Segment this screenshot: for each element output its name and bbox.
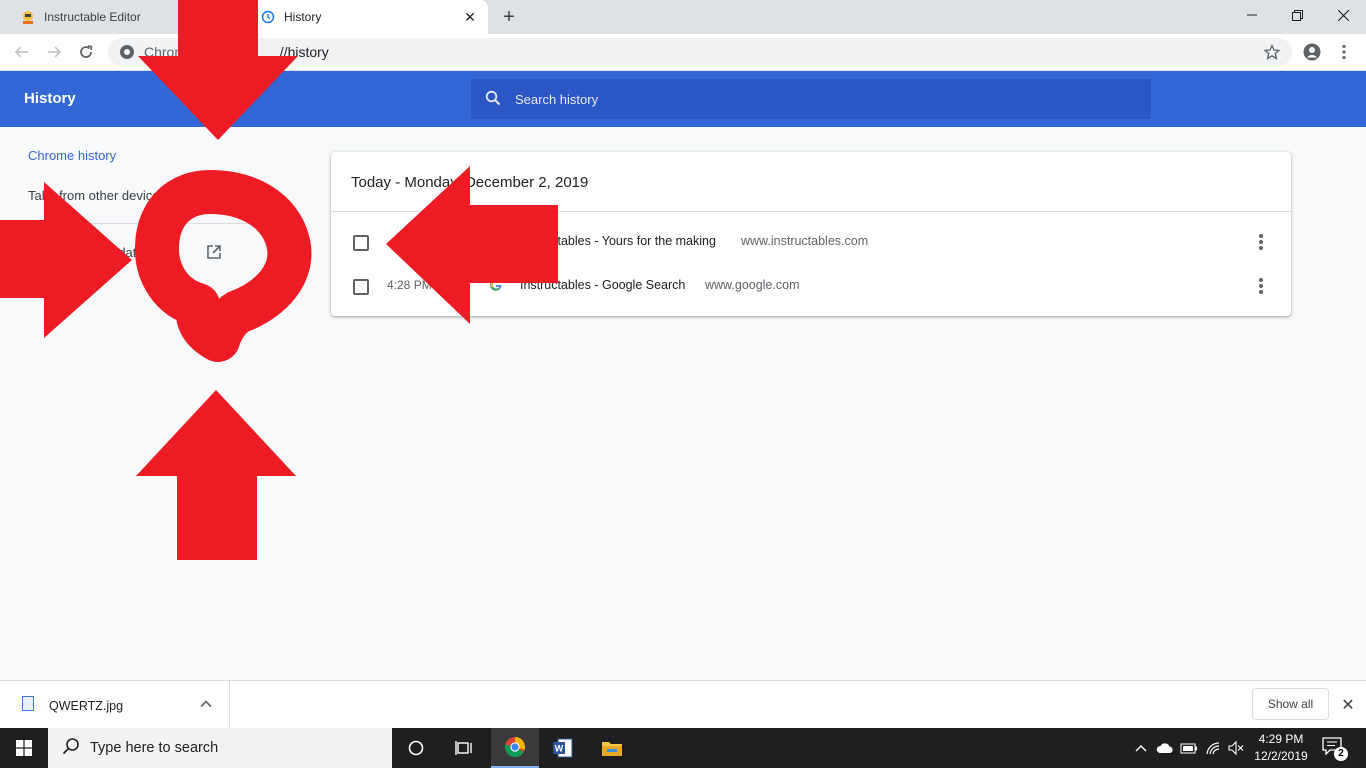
taskbar-clock[interactable]: 4:29 PM 12/2/2019 bbox=[1246, 731, 1316, 765]
wifi-icon[interactable] bbox=[1203, 738, 1223, 758]
entry-domain: www.instructables.com bbox=[741, 234, 869, 248]
search-history-input[interactable] bbox=[515, 91, 1115, 107]
notification-count-badge: 2 bbox=[1334, 747, 1348, 761]
clock-date: 12/2/2019 bbox=[1254, 749, 1308, 763]
new-tab-button[interactable]: + bbox=[498, 6, 520, 28]
clock-time: 4:29 PM bbox=[1258, 732, 1304, 746]
entry-time: 4:28 PM bbox=[387, 278, 432, 292]
forward-button[interactable] bbox=[42, 40, 66, 64]
volume-muted-icon[interactable] bbox=[1226, 738, 1246, 758]
url-scheme: Chrome bbox=[144, 44, 194, 60]
instructables-favicon-icon bbox=[489, 234, 503, 248]
entry-title-link[interactable]: Instructables - Yours for the making bbox=[520, 234, 716, 248]
chrome-taskbar-icon[interactable] bbox=[491, 728, 539, 768]
download-shelf: QWERTZ.jpg Show all ✕ bbox=[0, 680, 1366, 728]
open-in-new-icon[interactable] bbox=[205, 243, 223, 261]
download-file-name: QWERTZ.jpg bbox=[49, 699, 124, 713]
google-favicon-icon bbox=[489, 278, 503, 292]
entry-title-link[interactable]: Instructables - Google Search bbox=[520, 278, 685, 292]
entry-more-actions-icon[interactable] bbox=[1253, 233, 1269, 251]
address-bar[interactable]: Chrome //history bbox=[108, 38, 1292, 66]
onedrive-cloud-icon[interactable] bbox=[1155, 738, 1175, 758]
reload-button[interactable] bbox=[74, 40, 98, 64]
browser-toolbar: Chrome //history bbox=[0, 34, 1366, 71]
cortana-icon[interactable] bbox=[392, 728, 440, 768]
history-sidebar: Chrome history Tabs from other devices C… bbox=[0, 127, 300, 680]
entry-checkbox[interactable] bbox=[353, 279, 369, 295]
history-day-card: Today - Monday, December 2, 2019 Instruc… bbox=[331, 152, 1291, 316]
day-heading: Today - Monday, December 2, 2019 bbox=[351, 174, 589, 191]
entry-domain: www.google.com bbox=[705, 278, 800, 292]
show-all-downloads-button[interactable]: Show all bbox=[1252, 688, 1329, 720]
word-taskbar-icon[interactable]: W bbox=[539, 728, 587, 768]
task-view-icon[interactable] bbox=[440, 728, 488, 768]
sidebar-item-tabs-other-devices[interactable]: Tabs from other devices bbox=[28, 188, 166, 203]
tab-instructable-editor[interactable]: Instructable Editor bbox=[8, 0, 250, 34]
close-window-button[interactable] bbox=[1320, 0, 1366, 30]
close-tab-icon[interactable]: ✕ bbox=[462, 9, 478, 25]
history-entry-row[interactable]: 4:28 PM Instructables - Google Search ww… bbox=[331, 264, 1291, 308]
action-center-icon[interactable]: 2 bbox=[1322, 737, 1348, 761]
bookmark-star-icon[interactable] bbox=[1260, 40, 1284, 64]
tab-history[interactable]: History ✕ bbox=[250, 0, 488, 34]
history-search-box[interactable] bbox=[471, 79, 1151, 119]
chrome-menu-icon[interactable] bbox=[1332, 40, 1356, 64]
windows-taskbar: Type here to search W 4:29 PM 12/2/2019 … bbox=[0, 728, 1366, 768]
entry-checkbox[interactable] bbox=[353, 235, 369, 251]
chevron-up-icon[interactable] bbox=[199, 697, 213, 711]
chevron-up-tray-icon[interactable] bbox=[1131, 738, 1151, 758]
file-explorer-icon[interactable] bbox=[588, 728, 636, 768]
profile-avatar-icon[interactable] bbox=[1300, 40, 1324, 64]
url-path: //history bbox=[279, 44, 329, 60]
card-divider bbox=[331, 211, 1291, 212]
history-entry-row[interactable]: Instructables - Yours for the making www… bbox=[331, 220, 1291, 264]
entry-more-actions-icon[interactable] bbox=[1253, 277, 1269, 295]
back-button[interactable] bbox=[10, 40, 34, 64]
tab-label: Instructable Editor bbox=[44, 10, 141, 24]
restore-button[interactable] bbox=[1274, 0, 1320, 30]
sidebar-item-chrome-history[interactable]: Chrome history bbox=[28, 148, 116, 163]
minimize-button[interactable] bbox=[1229, 0, 1275, 30]
search-icon bbox=[62, 737, 80, 759]
tab-strip: Instructable Editor History ✕ + bbox=[0, 0, 1366, 34]
sidebar-item-clear-browsing-data[interactable]: Clear browsing data bbox=[28, 245, 144, 260]
history-clock-icon bbox=[260, 9, 276, 25]
taskbar-search-box[interactable]: Type here to search bbox=[48, 728, 392, 768]
search-icon bbox=[485, 90, 501, 109]
page-title: History bbox=[24, 90, 76, 107]
close-shelf-icon[interactable]: ✕ bbox=[1339, 696, 1357, 714]
sidebar-divider bbox=[0, 223, 290, 224]
windows-start-button[interactable] bbox=[0, 728, 48, 768]
tab-label: History bbox=[284, 10, 322, 24]
taskbar-search-placeholder: Type here to search bbox=[90, 740, 219, 756]
instructables-robot-icon bbox=[20, 9, 36, 25]
svg-text:W: W bbox=[555, 744, 564, 754]
image-file-icon bbox=[22, 696, 34, 711]
download-item[interactable]: QWERTZ.jpg bbox=[0, 681, 230, 728]
history-header: History bbox=[0, 71, 1366, 127]
battery-icon[interactable] bbox=[1179, 738, 1199, 758]
chrome-page-icon bbox=[120, 45, 134, 59]
